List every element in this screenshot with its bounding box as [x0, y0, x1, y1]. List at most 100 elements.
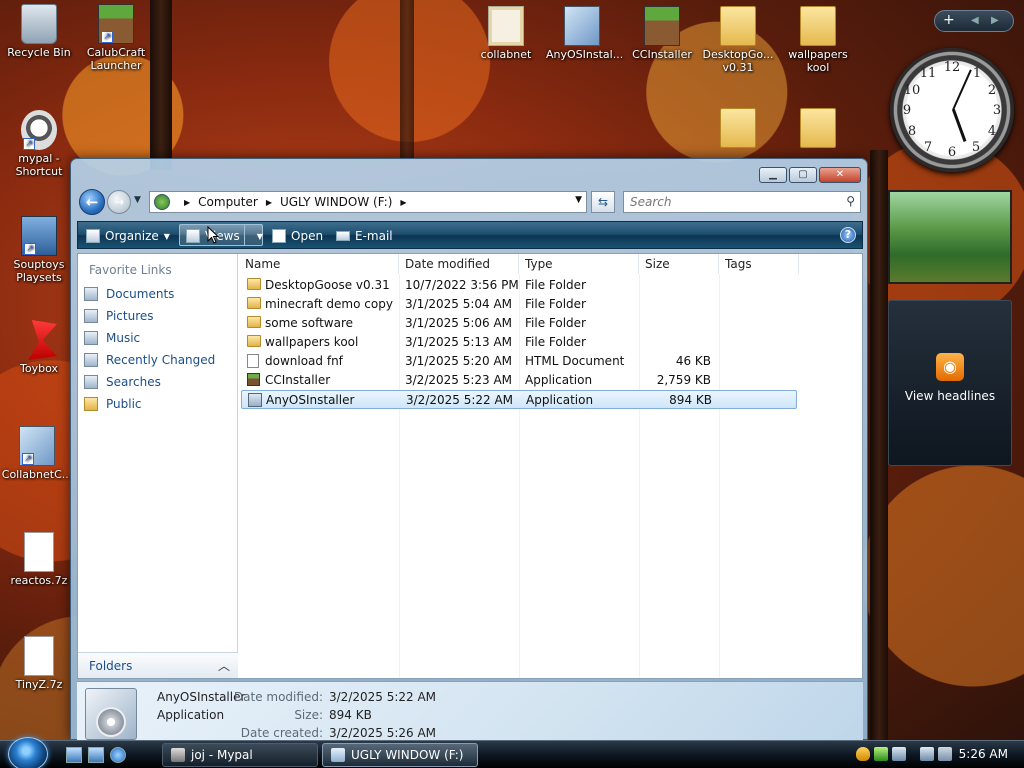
minimize-button[interactable]: ▁	[759, 167, 787, 183]
folder-icon	[247, 335, 261, 347]
close-button[interactable]: ✕	[819, 167, 861, 183]
folders-label: Folders	[89, 659, 133, 673]
file-row[interactable]: minecraft demo copy 3/1/2025 5:04 AM Fil…	[241, 295, 797, 314]
file-date: 3/1/2025 5:06 AM	[405, 316, 513, 330]
breadcrumb-separator-icon[interactable]: ▶	[266, 198, 272, 207]
breadcrumb-separator-icon[interactable]: ▶	[184, 198, 190, 207]
searches-icon	[84, 375, 98, 389]
desktop-icon-souptoys[interactable]: ↗ Souptoys Playsets	[3, 216, 75, 284]
refresh-button[interactable]: ⇆	[591, 191, 615, 213]
internet-explorer-icon[interactable]	[110, 747, 126, 763]
address-dropdown-icon[interactable]: ▼	[575, 195, 582, 205]
mouse-cursor-icon	[207, 226, 219, 244]
installer-box-icon	[85, 688, 137, 740]
grass-block-icon	[644, 6, 680, 46]
taskbar-button-ugly-window[interactable]: UGLY WINDOW (F:)	[322, 743, 478, 767]
taskbar-clock[interactable]: 5:26 AM	[959, 747, 1008, 761]
breadcrumb-computer[interactable]: Computer	[198, 195, 258, 209]
file-row[interactable]: some software 3/1/2025 5:06 AM File Fold…	[241, 314, 797, 333]
security-shield-icon[interactable]	[856, 747, 870, 761]
feed-headlines-gadget[interactable]: ◉ View headlines	[888, 300, 1012, 466]
add-gadget-button[interactable]: +	[943, 12, 955, 28]
desktop-icon-collabnetc[interactable]: ↗ CollabnetC...	[1, 426, 73, 481]
desktop-icon-tinyz[interactable]: TinyZ.7z	[3, 636, 75, 691]
file-size: 2,759 KB	[656, 373, 711, 387]
desktop-icon-toybox[interactable]: Toybox	[3, 320, 75, 375]
organize-label: Organize	[105, 229, 159, 243]
nav-link-label: Recently Changed	[106, 353, 216, 367]
desktop-icon-wallpapers[interactable]: wallpapers kool	[782, 6, 854, 74]
open-label: Open	[291, 229, 324, 243]
desktop-icon-mypal[interactable]: ↗ mypal - Shortcut	[3, 110, 75, 178]
sidebar-next-icon[interactable]: ▶	[991, 15, 999, 26]
nav-link-public[interactable]: Public	[84, 397, 142, 411]
start-button[interactable]	[8, 737, 48, 768]
desktop-icon-label: reactos.7z	[10, 574, 68, 587]
details-date-created: 3/2/2025 5:26 AM	[329, 726, 437, 740]
nav-link-music[interactable]: Music	[84, 331, 140, 345]
desktop-icon-reactos[interactable]: reactos.7z	[3, 532, 75, 587]
organize-icon	[86, 229, 100, 243]
address-bar[interactable]: ▶ Computer ▶ UGLY WINDOW (F:) ▶ ▼	[149, 191, 587, 213]
desktop-icon-collabnet[interactable]: collabnet	[470, 6, 542, 61]
breadcrumb-ugly-window[interactable]: UGLY WINDOW (F:)	[280, 195, 392, 209]
desktop-icon-desktopgoose[interactable]: DesktopGo... v0.31	[702, 6, 774, 74]
desktop-icon-calubcraft[interactable]: ↗ CalubCraft Launcher	[80, 4, 152, 72]
column-header-tags[interactable]: Tags	[719, 254, 799, 274]
back-button[interactable]: ←	[79, 189, 105, 215]
slideshow-gadget[interactable]	[888, 190, 1012, 284]
documents-icon	[84, 287, 98, 301]
wallpaper-tree-trunk	[400, 0, 414, 160]
nav-link-searches[interactable]: Searches	[84, 375, 161, 389]
clock-number: 3	[992, 103, 1002, 118]
taskbar-button-mypal[interactable]: joj - Mypal	[162, 743, 318, 767]
column-header-name[interactable]: Name	[239, 254, 399, 274]
folders-toggle[interactable]: Folders ︿	[78, 652, 238, 678]
column-header-size[interactable]: Size	[639, 254, 719, 274]
chevron-down-icon[interactable]: ▼	[257, 232, 263, 241]
network-icon[interactable]	[892, 747, 906, 761]
folder-icon	[720, 108, 756, 148]
display-icon[interactable]	[920, 747, 934, 761]
desktop-icon-folder[interactable]	[702, 108, 774, 150]
desktop-icon-folder[interactable]	[782, 108, 854, 150]
desktop-icon-recycle-bin[interactable]: Recycle Bin	[3, 4, 75, 59]
clock-number: 4	[987, 124, 997, 139]
search-icon[interactable]: ⚲	[846, 194, 855, 208]
views-button-content[interactable]: Views ▼	[186, 227, 263, 245]
search-input[interactable]: Search ⚲	[623, 191, 861, 213]
email-button[interactable]: E-mail	[336, 227, 393, 245]
desktop-icon-label: Toybox	[20, 362, 58, 375]
organize-button[interactable]: Organize ▼	[86, 227, 170, 245]
column-header-date-modified[interactable]: Date modified	[399, 254, 519, 274]
open-button[interactable]: Open	[272, 227, 323, 245]
sidebar-prev-icon[interactable]: ◀	[971, 15, 979, 26]
desktop-icon-ccinstaller[interactable]: CCInstaller	[626, 6, 698, 61]
file-row-selected[interactable]: AnyOSInstaller 3/2/2025 5:22 AM Applicat…	[241, 390, 797, 409]
help-button[interactable]: ?	[840, 227, 856, 243]
nav-link-documents[interactable]: Documents	[84, 287, 174, 301]
file-row[interactable]: DesktopGoose v0.31 10/7/2022 3:56 PM Fil…	[241, 276, 797, 295]
file-row[interactable]: wallpapers kool 3/1/2025 5:13 AM File Fo…	[241, 333, 797, 352]
volume-muted-icon[interactable]	[938, 747, 952, 761]
switch-windows-icon[interactable]	[88, 747, 104, 763]
breadcrumb-separator-icon[interactable]: ▶	[400, 198, 406, 207]
explorer-window[interactable]: ▁ ▢ ✕ ← → ▼ ▶ Computer ▶ UGLY WINDOW (F:…	[70, 158, 868, 741]
shield-installer-icon: ↗	[19, 426, 55, 466]
grass-block-icon: ↗	[98, 4, 134, 44]
desktop-icon-anyosinstaller[interactable]: AnyOSInstal...	[546, 6, 623, 61]
history-dropdown-icon[interactable]: ▼	[134, 195, 141, 205]
windows-update-icon[interactable]	[874, 747, 888, 761]
nav-link-recently-changed[interactable]: Recently Changed	[84, 353, 215, 367]
maximize-button[interactable]: ▢	[789, 167, 817, 183]
desktop-icon-label: Recycle Bin	[7, 46, 71, 59]
show-desktop-icon[interactable]	[66, 747, 82, 763]
column-header-type[interactable]: Type	[519, 254, 639, 274]
clock-gadget[interactable]: 12 1 2 3 4 5 6 7 8 9 10 11	[890, 48, 1014, 172]
forward-button[interactable]: →	[107, 190, 131, 214]
file-row[interactable]: CCInstaller 3/2/2025 5:23 AM Application…	[241, 371, 797, 390]
file-row[interactable]: download fnf 3/1/2025 5:20 AM HTML Docum…	[241, 352, 797, 371]
nav-link-pictures[interactable]: Pictures	[84, 309, 154, 323]
clock-number: 6	[947, 145, 957, 160]
chevron-up-icon: ︿	[217, 659, 230, 673]
